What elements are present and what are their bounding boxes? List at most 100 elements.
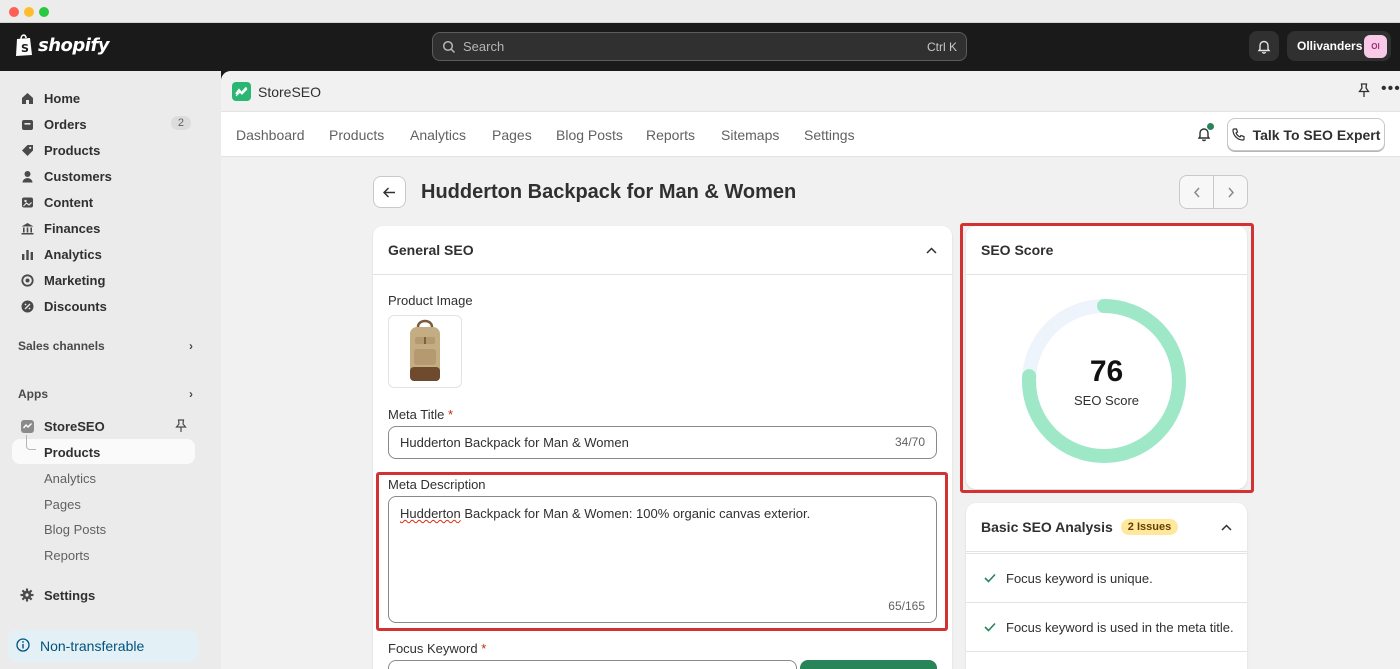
talk-to-seo-expert-label: Talk To SEO Expert [1252, 126, 1381, 143]
seo-check-text: Focus keyword is unique. [1006, 570, 1153, 586]
sidebar-item-finances[interactable]: Finances [12, 216, 195, 240]
gear-icon [20, 588, 34, 602]
sidebar-subitem-pages[interactable]: Pages [44, 497, 81, 512]
meta-description-highlight [376, 472, 948, 631]
discount-icon [20, 299, 34, 313]
next-product-button[interactable] [1214, 176, 1247, 208]
seo-check-row [966, 651, 1247, 669]
general-seo-header[interactable]: General SEO [373, 226, 952, 275]
tab-reports[interactable]: Reports [646, 127, 695, 143]
apps-section[interactable]: Apps › [18, 387, 193, 401]
sidebar-item-analytics[interactable]: Analytics [12, 242, 195, 266]
sidebar-subitem-blog-posts[interactable]: Blog Posts [44, 522, 106, 537]
tab-products[interactable]: Products [329, 127, 384, 143]
more-options-icon[interactable]: ••• [1381, 80, 1400, 98]
shopify-wordmark: shopify [38, 34, 110, 56]
admin-sidebar: Home Orders 2 Products Customers Content… [0, 71, 221, 669]
svg-text:S: S [21, 42, 29, 55]
home-icon [20, 91, 34, 105]
sidebar-item-content[interactable]: Content [12, 190, 195, 214]
chevron-up-icon[interactable] [1221, 523, 1232, 531]
page-title: Hudderton Backpack for Man & Women [421, 181, 797, 203]
orders-count-badge: 2 [170, 116, 191, 130]
generate-keyword-button[interactable] [800, 660, 937, 669]
sidebar-item-home[interactable]: Home [12, 86, 195, 110]
orders-icon [20, 117, 34, 131]
sidebar-item-orders[interactable]: Orders 2 [12, 112, 195, 136]
chevron-right-icon [1227, 187, 1234, 197]
sidebar-item-customers[interactable]: Customers [12, 164, 195, 188]
pin-icon[interactable] [175, 419, 187, 433]
sidebar-subitem-products[interactable]: Products [44, 445, 100, 460]
tab-pages[interactable]: Pages [492, 127, 532, 143]
sidebar-item-products[interactable]: Products [12, 138, 195, 162]
tab-settings[interactable]: Settings [804, 127, 855, 143]
phone-icon [1231, 128, 1245, 141]
previous-product-button[interactable] [1180, 176, 1214, 208]
required-marker: * [447, 407, 454, 422]
sidebar-item-settings[interactable]: Settings [12, 583, 195, 607]
tab-blog-posts[interactable]: Blog Posts [556, 127, 623, 143]
focus-keyword-input[interactable] [388, 660, 797, 669]
basic-seo-analysis-header[interactable]: Basic SEO Analysis 2 Issues [966, 503, 1247, 552]
admin-topbar: S shopify Search Ctrl K Ollivanders Ol [0, 23, 1400, 71]
notifications-button[interactable] [1249, 31, 1279, 61]
search-placeholder: Search [463, 39, 505, 54]
chevron-right-icon: › [189, 339, 193, 353]
sidebar-item-label: Customers [44, 168, 112, 184]
tab-analytics[interactable]: Analytics [410, 127, 466, 143]
sidebar-item-label: Orders [44, 116, 87, 132]
search-shortcut: Ctrl K [927, 39, 957, 54]
seo-check-text: Focus keyword is used in the meta title. [1006, 619, 1234, 635]
sidebar-item-discounts[interactable]: Discounts [12, 294, 195, 318]
sidebar-item-label: Analytics [44, 246, 102, 262]
sidebar-item-marketing[interactable]: Marketing [12, 268, 195, 292]
product-image-thumbnail[interactable] [388, 315, 462, 388]
sidebar-item-storeseo[interactable]: StoreSEO [12, 414, 195, 438]
tab-sitemaps[interactable]: Sitemaps [721, 127, 779, 143]
chevron-up-icon[interactable] [926, 246, 937, 254]
maximize-window-button[interactable] [39, 7, 49, 17]
search-input[interactable]: Search Ctrl K [432, 32, 967, 61]
store-menu-button[interactable]: Ollivanders Ol [1287, 31, 1391, 61]
sidebar-subitem-analytics[interactable]: Analytics [44, 471, 96, 486]
non-transferable-banner[interactable]: Non-transferable [8, 630, 198, 662]
sidebar-subitem-reports[interactable]: Reports [44, 548, 90, 563]
sidebar-item-label: Settings [44, 587, 96, 603]
non-transferable-label: Non-transferable [40, 638, 145, 654]
issues-badge: 2 Issues [1120, 519, 1179, 535]
store-name: Ollivanders [1297, 39, 1363, 53]
target-icon [20, 273, 34, 287]
minimize-window-button[interactable] [24, 7, 34, 17]
seo-check-row: Focus keyword is unique. [966, 553, 1247, 602]
seo-check-row: Focus keyword is used in the meta title. [966, 602, 1247, 651]
back-button[interactable] [373, 176, 406, 208]
storeseo-app-icon [20, 419, 34, 433]
meta-title-label-text: Meta Title [388, 407, 445, 422]
focus-keyword-label: Focus Keyword * [388, 641, 486, 656]
checkmark-icon [984, 622, 996, 632]
basic-seo-analysis-heading: Basic SEO Analysis [981, 519, 1113, 535]
talk-to-seo-expert-button[interactable]: Talk To SEO Expert [1227, 118, 1385, 151]
app-notifications-button[interactable] [1197, 123, 1214, 145]
sidebar-item-label: Finances [44, 220, 101, 236]
sales-channels-section[interactable]: Sales channels › [18, 339, 193, 353]
sidebar-item-label: Home [44, 90, 81, 106]
checkmark-icon [984, 573, 996, 583]
person-icon [20, 169, 34, 183]
shopify-logo[interactable]: S shopify [14, 33, 110, 57]
search-icon [442, 40, 456, 53]
tab-dashboard[interactable]: Dashboard [236, 127, 305, 143]
basic-seo-analysis-card: Basic SEO Analysis 2 Issues Focus keywor… [966, 503, 1247, 669]
required-marker: * [481, 641, 487, 656]
focus-keyword-label-text: Focus Keyword [388, 641, 478, 656]
sidebar-item-label: Discounts [44, 298, 107, 314]
shopify-bag-icon: S [16, 34, 32, 56]
sidebar-subitem-active-bg [12, 439, 195, 464]
pin-icon[interactable] [1358, 83, 1370, 98]
close-window-button[interactable] [9, 7, 19, 17]
meta-title-value: Hudderton Backpack for Man & Women [400, 435, 629, 450]
sidebar-item-label: Content [44, 194, 94, 210]
storeseo-logo-icon [232, 82, 251, 101]
meta-title-input[interactable]: Hudderton Backpack for Man & Women 34/70 [388, 426, 937, 459]
